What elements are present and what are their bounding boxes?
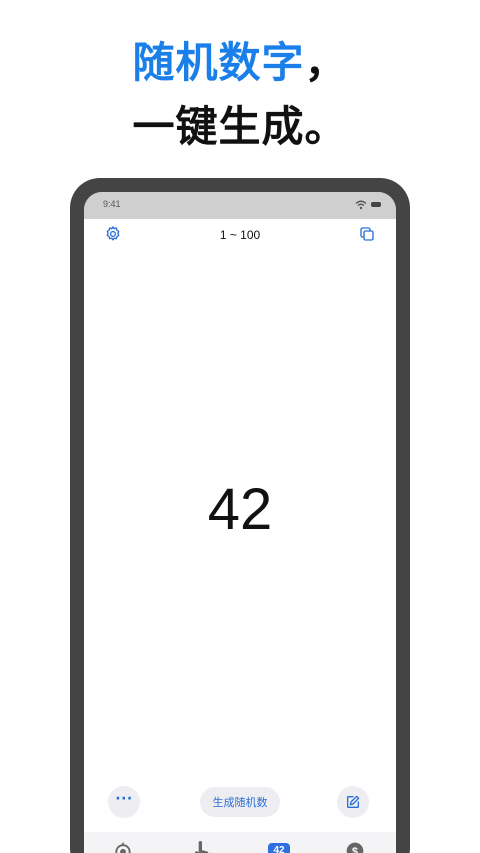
app-bar: 1 ~ 100 <box>84 219 396 255</box>
tap-hand-icon <box>195 841 209 853</box>
status-bar: 9:41 <box>84 192 396 219</box>
tab-dial[interactable] <box>108 838 138 853</box>
gear-icon[interactable] <box>104 225 122 243</box>
device-screen: 9:41 1 ~ 100 42 ··· 生成随机数 42 $ <box>84 192 396 853</box>
headline-line-2: 一键生成。 <box>132 102 348 151</box>
headline-accent: 随机数字 <box>132 38 305 87</box>
svg-text:$: $ <box>352 846 358 853</box>
dial-icon <box>115 842 131 853</box>
promo-page: 随机数字， 一键生成。 9:41 1 ~ 100 42 ··· 生成随机数 42… <box>0 0 480 853</box>
edit-icon <box>347 795 360 808</box>
tab-bar: 42 $ <box>84 832 396 853</box>
tab-number[interactable]: 42 <box>264 838 294 853</box>
range-title[interactable]: 1 ~ 100 <box>170 228 310 242</box>
dollar-coin-icon: $ <box>346 842 364 853</box>
tab-coin[interactable]: $ <box>340 838 370 853</box>
copy-icon[interactable] <box>358 225 376 243</box>
generate-button[interactable]: 生成随机数 <box>200 787 280 817</box>
wifi-icon <box>355 200 367 210</box>
more-icon: ··· <box>115 791 133 807</box>
headline-line-1: 随机数字， <box>0 38 480 88</box>
battery-icon <box>371 202 381 207</box>
device-frame: 9:41 1 ~ 100 42 ··· 生成随机数 42 $ <box>70 178 410 853</box>
headline-punctuation: ， <box>304 38 348 87</box>
number-badge-icon: 42 <box>268 843 290 853</box>
edit-button[interactable] <box>337 786 369 818</box>
more-button[interactable]: ··· <box>108 786 140 818</box>
status-time: 9:41 <box>103 199 121 209</box>
random-number-display: 42 <box>207 477 273 542</box>
tab-tap[interactable] <box>187 838 217 853</box>
